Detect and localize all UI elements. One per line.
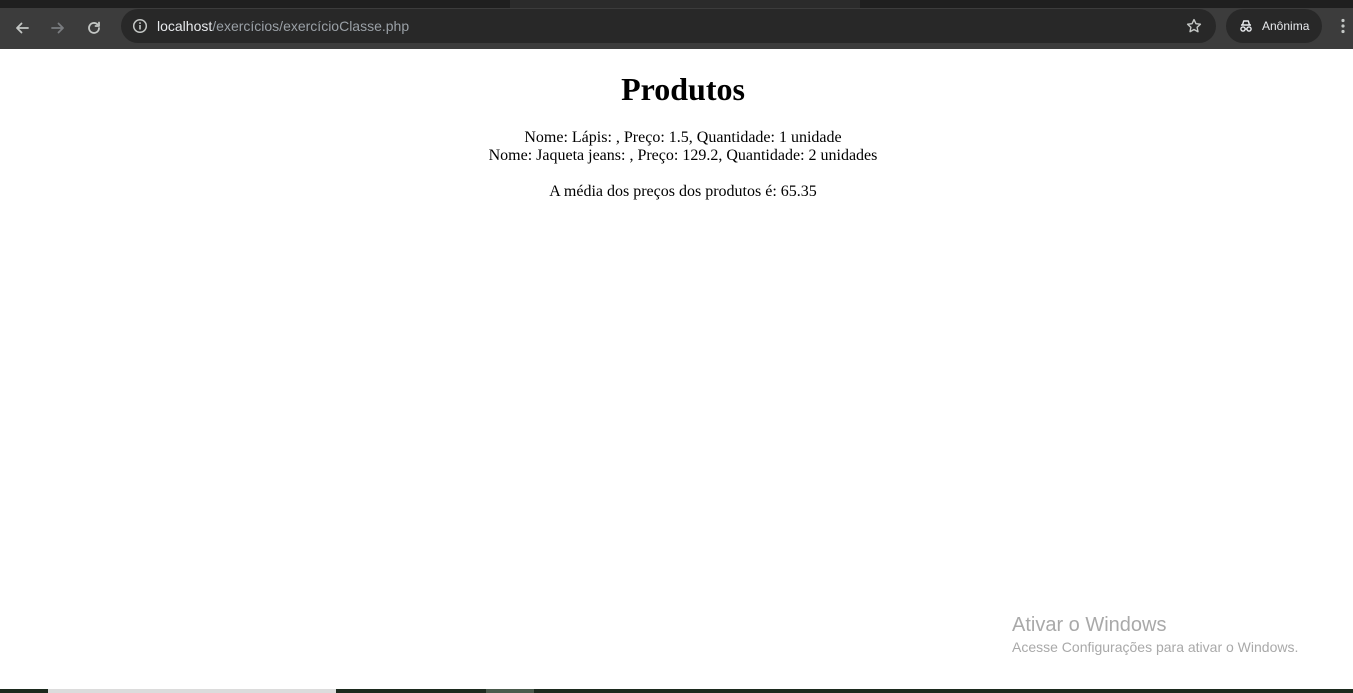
average-price-text: A média dos preços dos produtos é: 65.35 (549, 183, 817, 200)
tab-strip (0, 0, 1353, 8)
incognito-icon (1238, 18, 1254, 34)
forward-button[interactable] (45, 15, 71, 41)
reload-icon (86, 20, 102, 36)
reload-button[interactable] (81, 15, 107, 41)
star-icon[interactable] (1184, 16, 1204, 36)
page-title: Produtos (621, 71, 745, 107)
product-line-jaqueta: Nome: Jaqueta jeans: , Preço: 129.2, Qua… (488, 147, 878, 164)
back-arrow-icon (14, 20, 30, 36)
product-line-lapis: Nome: Lápis: , Preço: 1.5, Quantidade: 1… (524, 129, 842, 146)
product-list: Nome: Lápis: , Preço: 1.5, Quantidade: 1… (0, 129, 1353, 165)
url-host: localhost (157, 18, 213, 34)
profile-label: Anônima (1262, 19, 1310, 33)
info-icon[interactable] (129, 15, 151, 37)
kebab-menu-icon[interactable] (1334, 15, 1352, 37)
url-text[interactable]: localhost/exercícios/exercícioClasse.php (157, 17, 409, 35)
taskbar-edge (0, 689, 1353, 693)
profile-chip[interactable]: Anônima (1226, 9, 1322, 43)
page-content: Produtos Nome: Lápis: , Preço: 1.5, Quan… (0, 49, 1353, 689)
forward-arrow-icon (50, 20, 66, 36)
taskbar-segment (48, 689, 336, 693)
url-path: /exercícios/exercícioClasse.php (212, 18, 410, 34)
taskbar-segment (486, 689, 534, 693)
back-button[interactable] (9, 15, 35, 41)
address-bar[interactable]: localhost/exercícios/exercícioClasse.php (121, 9, 1216, 43)
tab-edge (510, 0, 860, 8)
